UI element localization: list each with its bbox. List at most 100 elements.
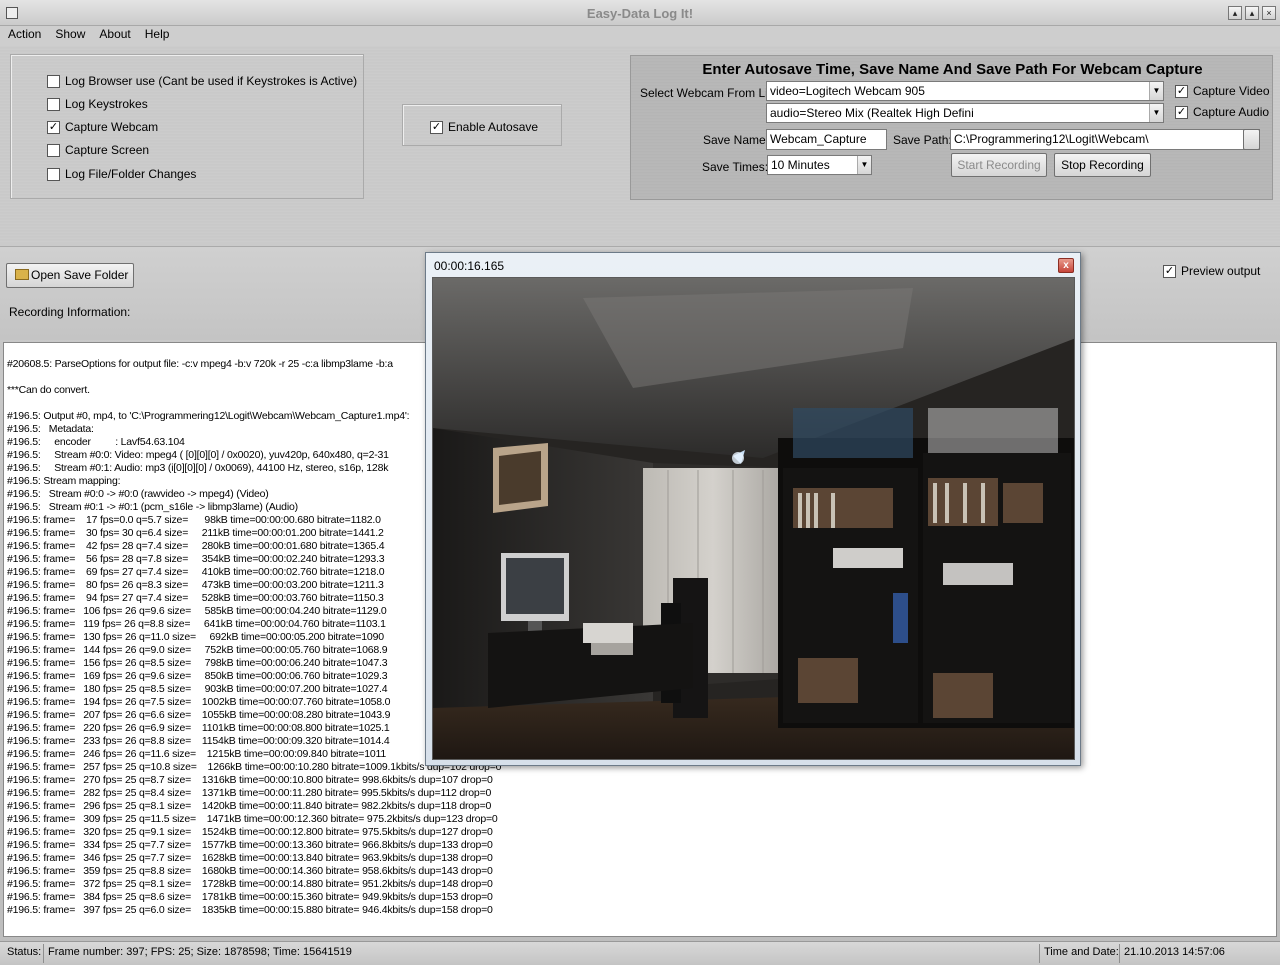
log-line: #196.5: Output #0, mp4, to 'C:\Programme… <box>7 410 410 422</box>
log-keystrokes-checkbox[interactable]: Log Keystrokes <box>47 97 148 111</box>
chevron-down-icon[interactable]: ▼ <box>1149 104 1163 122</box>
checkbox-label: Enable Autosave <box>448 120 539 134</box>
open-save-folder-button[interactable]: Open Save Folder <box>6 263 134 288</box>
log-line: #196.5: frame= 144 fps= 26 q=9.0 size= 7… <box>7 644 388 656</box>
title-bar: Easy-Data Log It! ▴ ▴ × <box>0 0 1280 26</box>
log-browser-checkbox[interactable]: Log Browser use (Cant be used if Keystro… <box>47 74 357 88</box>
log-line: #196.5: Metadata: <box>7 423 94 435</box>
menu-action[interactable]: Action <box>8 26 41 46</box>
log-line: #196.5: Stream #0:0 -> #0:0 (rawvideo ->… <box>7 488 269 500</box>
save-times-label: Save Times: <box>702 160 769 174</box>
save-path-label: Save Path: <box>893 133 952 147</box>
checkbox-label: Capture Webcam <box>65 120 159 134</box>
webcam-settings-panel: Enter Autosave Time, Save Name And Save … <box>630 55 1273 200</box>
log-line: ***Can do convert. <box>7 384 90 396</box>
capture-audio-checkbox[interactable]: ✓ Capture Audio <box>1175 105 1269 119</box>
checkmark-icon[interactable]: ✓ <box>1175 84 1188 98</box>
checkmark-icon[interactable]: ✓ <box>430 120 443 134</box>
log-line: #196.5: Stream #0:0: Video: mpeg4 ( [0][… <box>7 449 389 461</box>
log-line: #20608.5: ParseOptions for output file: … <box>7 358 393 370</box>
webcam-settings-heading: Enter Autosave Time, Save Name And Save … <box>702 61 1203 78</box>
checkmark-icon[interactable]: ✓ <box>47 120 60 134</box>
open-save-folder-label: Open Save Folder <box>31 268 129 282</box>
webcam-frame-image <box>433 278 1074 759</box>
preview-timecode: 00:00:16.165 <box>434 259 505 273</box>
stop-recording-button[interactable]: Stop Recording <box>1054 153 1151 177</box>
log-line: #196.5: frame= 207 fps= 26 q=6.6 size= 1… <box>7 709 391 721</box>
log-line: #196.5: frame= 194 fps= 26 q=7.5 size= 1… <box>7 696 391 708</box>
log-line: #196.5: Stream #0:1 -> #0:1 (pcm_s16le -… <box>7 501 298 513</box>
checkbox-label: Capture Video <box>1193 84 1270 98</box>
preview-output-checkbox[interactable]: ✓ Preview output <box>1163 264 1260 278</box>
capture-screen-checkbox[interactable]: Capture Screen <box>47 143 149 157</box>
log-file-changes-checkbox[interactable]: Log File/Folder Changes <box>47 167 196 181</box>
start-recording-button[interactable]: Start Recording <box>951 153 1047 177</box>
folder-icon <box>15 269 29 280</box>
save-times-select[interactable]: 10 Minutes ▼ <box>767 155 872 175</box>
log-line: #196.5: frame= 270 fps= 25 q=8.7 size= 1… <box>7 774 493 786</box>
log-line: #196.5: frame= 296 fps= 25 q=8.1 size= 1… <box>7 800 492 812</box>
save-name-field[interactable]: Webcam_Capture <box>766 129 887 150</box>
browse-path-button[interactable] <box>1243 129 1260 150</box>
log-line: #196.5: frame= 282 fps= 25 q=8.4 size= 1… <box>7 787 492 799</box>
status-bar: Status: Frame number: 397; FPS: 25; Size… <box>0 941 1280 965</box>
save-times-value: 10 Minutes <box>771 158 830 172</box>
chevron-down-icon[interactable]: ▼ <box>1149 82 1163 100</box>
webcam-video <box>432 277 1075 760</box>
log-line: #196.5: frame= 220 fps= 26 q=6.9 size= 1… <box>7 722 390 734</box>
checkmark-icon[interactable]: ✓ <box>1175 105 1188 119</box>
log-line: #196.5: frame= 334 fps= 25 q=7.7 size= 1… <box>7 839 493 851</box>
status-label: Status: <box>7 946 42 958</box>
status-text: Frame number: 397; FPS: 25; Size: 187859… <box>48 946 352 958</box>
chevron-down-icon[interactable]: ▼ <box>857 156 871 174</box>
log-line: #196.5: frame= 69 fps= 27 q=7.4 size= 41… <box>7 566 385 578</box>
log-line: #196.5: frame= 56 fps= 28 q=7.8 size= 35… <box>7 553 385 565</box>
audio-device-select[interactable]: audio=Stereo Mix (Realtek High Defini ▼ <box>766 103 1164 123</box>
log-line: #196.5: frame= 359 fps= 25 q=8.8 size= 1… <box>7 865 493 877</box>
capture-video-checkbox[interactable]: ✓ Capture Video <box>1175 84 1270 98</box>
select-webcam-label: Select Webcam From List <box>640 86 778 100</box>
datetime-value: 21.10.2013 14:57:06 <box>1124 946 1225 958</box>
menu-about[interactable]: About <box>99 26 130 46</box>
checkmark-icon[interactable]: ✓ <box>1163 264 1176 278</box>
log-line: #196.5: Stream #0:1: Audio: mp3 (i[0][0]… <box>7 462 389 474</box>
enable-autosave-checkbox[interactable]: ✓ Enable Autosave <box>430 120 538 134</box>
recording-info-label: Recording Information: <box>9 305 131 319</box>
audio-device-value: audio=Stereo Mix (Realtek High Defini <box>770 106 974 120</box>
log-line: #196.5: frame= 346 fps= 25 q=7.7 size= 1… <box>7 852 493 864</box>
log-line: #196.5: frame= 397 fps= 25 q=6.0 size= 1… <box>7 904 493 916</box>
menu-help[interactable]: Help <box>145 26 170 46</box>
minimize-icon[interactable]: ▴ <box>1228 6 1242 20</box>
log-line: #196.5: frame= 246 fps= 26 q=11.6 size= … <box>7 748 386 760</box>
log-line: #196.5: frame= 169 fps= 26 q=9.6 size= 8… <box>7 670 388 682</box>
checkbox-box[interactable] <box>47 167 60 181</box>
log-line: #196.5: frame= 309 fps= 25 q=11.5 size= … <box>7 813 498 825</box>
video-device-value: video=Logitech Webcam 905 <box>770 84 925 98</box>
log-line: #196.5: frame= 372 fps= 25 q=8.1 size= 1… <box>7 878 493 890</box>
checkbox-label: Preview output <box>1181 264 1261 278</box>
save-name-label: Save Name: <box>703 133 770 147</box>
menu-show[interactable]: Show <box>55 26 85 46</box>
status-separator <box>43 944 44 963</box>
log-line: #196.5: frame= 119 fps= 26 q=8.8 size= 6… <box>7 618 386 630</box>
checkbox-box[interactable] <box>47 97 60 111</box>
log-line: #196.5: frame= 233 fps= 26 q=8.8 size= 1… <box>7 735 390 747</box>
save-path-field[interactable]: C:\Programmering12\Logit\Webcam\ <box>950 129 1260 150</box>
window-title: Easy-Data Log It! <box>586 6 694 21</box>
checkbox-box[interactable] <box>47 143 60 157</box>
status-separator <box>1119 944 1120 963</box>
close-icon[interactable]: × <box>1262 6 1276 20</box>
log-line: #196.5: frame= 130 fps= 26 q=11.0 size= … <box>7 631 384 643</box>
log-line: #196.5: frame= 42 fps= 28 q=7.4 size= 28… <box>7 540 385 552</box>
maximize-icon[interactable]: ▴ <box>1245 6 1259 20</box>
log-line: #196.5: frame= 106 fps= 26 q=9.6 size= 5… <box>7 605 387 617</box>
preview-window[interactable]: 00:00:16.165 x <box>425 252 1081 766</box>
capture-webcam-checkbox[interactable]: ✓ Capture Webcam <box>47 120 158 134</box>
close-icon[interactable]: x <box>1058 258 1074 273</box>
video-device-select[interactable]: video=Logitech Webcam 905 ▼ <box>766 81 1164 101</box>
checkbox-box[interactable] <box>47 74 60 88</box>
save-path-value: C:\Programmering12\Logit\Webcam\ <box>954 132 1149 146</box>
log-line: #196.5: frame= 17 fps=0.0 q=5.7 size= 98… <box>7 514 381 526</box>
status-separator <box>1039 944 1040 963</box>
datetime-label: Time and Date: <box>1044 946 1119 958</box>
